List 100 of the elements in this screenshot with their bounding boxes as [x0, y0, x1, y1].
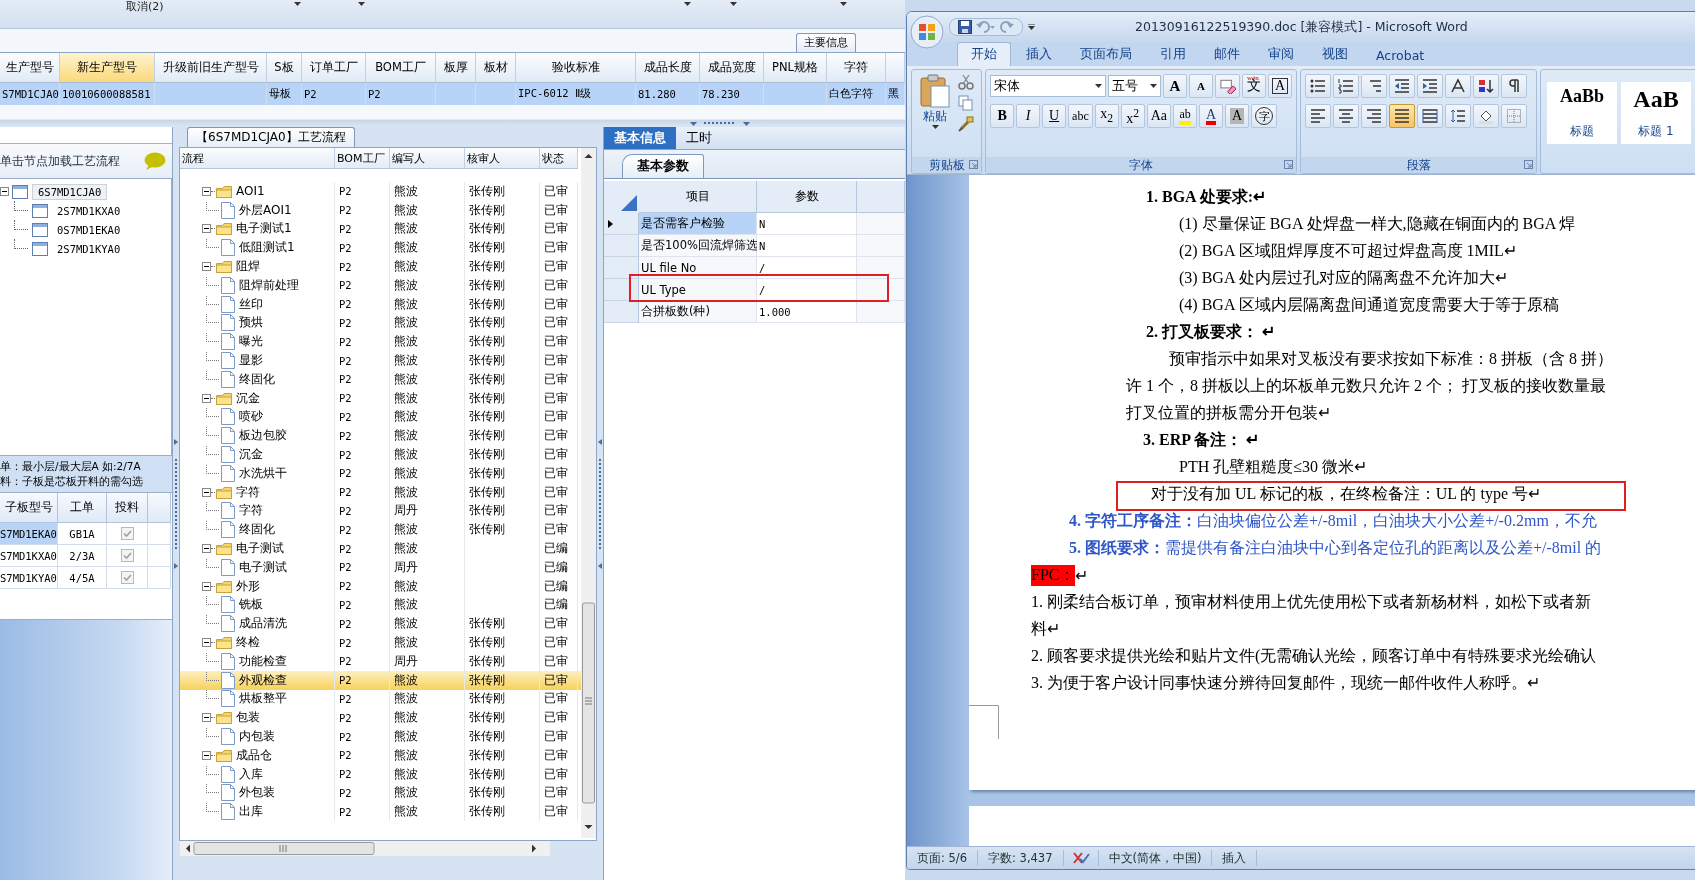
table-cell[interactable] [857, 235, 905, 257]
table-cell[interactable] [857, 279, 905, 301]
status-item[interactable]: 字数: 3,437 [978, 850, 1064, 866]
vertical-scrollbar[interactable] [581, 148, 596, 838]
checkbox[interactable] [120, 527, 134, 540]
status-item[interactable]: 插入 [1212, 850, 1258, 866]
tree-row[interactable]: 字符 P2 熊波 张传刚 已审 [180, 482, 581, 502]
caret-icon[interactable] [1028, 24, 1035, 30]
dialog-launcher-icon[interactable] [1524, 160, 1533, 169]
collapse-icon[interactable] [202, 393, 211, 403]
column-header[interactable]: 生产型号 [0, 53, 60, 83]
table-cell[interactable]: 1.000 [757, 301, 857, 323]
decrease-indent-icon[interactable] [1394, 78, 1411, 94]
table-cell[interactable]: S7MD1EKA0 [0, 523, 58, 545]
table-cell[interactable]: P2 [302, 83, 366, 105]
table-cell[interactable]: N [757, 235, 857, 257]
clear-format-button[interactable] [1215, 74, 1241, 98]
text-direction-icon[interactable] [1450, 78, 1467, 94]
tree-row[interactable]: 铣板 P2 熊波 已编 [180, 595, 581, 615]
font-color-button[interactable]: A [1199, 104, 1224, 128]
column-header[interactable]: BOM工厂 [335, 148, 390, 169]
table-cell[interactable]: 黑 [886, 83, 905, 105]
align-justify-button[interactable] [1389, 104, 1416, 128]
tree-row[interactable]: 成品仓 P2 熊波 张传刚 已审 [180, 745, 581, 765]
row-header-cell[interactable] [604, 213, 639, 235]
tree-row[interactable]: 外层AOI1 P2 熊波 张传刚 已审 [180, 200, 581, 220]
collapse-icon[interactable] [202, 581, 211, 591]
tree-row[interactable]: 曝光 P2 熊波 张传刚 已审 [180, 332, 581, 352]
section-tab[interactable]: 主要信息 [796, 33, 856, 52]
table-cell[interactable]: 是否100%回流焊筛选 [639, 235, 757, 257]
increase-indent-icon[interactable] [1422, 78, 1439, 94]
table-cell[interactable]: S7MD1KXA0 [0, 545, 58, 567]
table-cell[interactable] [148, 567, 171, 589]
column-header[interactable]: 订单工厂 [302, 53, 366, 83]
line-spacing-icon[interactable] [1450, 108, 1467, 124]
table-cell[interactable]: / [757, 279, 857, 301]
character-shading-button[interactable]: A [1225, 104, 1250, 128]
underline-button[interactable]: U [1042, 104, 1067, 128]
tree-row[interactable]: 沉金 P2 熊波 张传刚 已审 [180, 388, 581, 408]
collapse-icon[interactable] [202, 224, 211, 234]
checkbox[interactable] [120, 571, 134, 584]
caret-icon[interactable] [683, 2, 691, 6]
tree-row[interactable]: 终检 P2 熊波 张传刚 已审 [180, 633, 581, 652]
tree-row[interactable]: 成品清洗 P2 熊波 张传刚 已审 [180, 614, 581, 634]
column-header[interactable]: 板材 [476, 53, 516, 83]
align-right-button[interactable] [1361, 104, 1388, 128]
tree-row[interactable]: 包装 P2 熊波 张传刚 已审 [180, 708, 581, 728]
tree-row[interactable]: 内包装 P2 熊波 张传刚 已审 [180, 727, 581, 746]
column-header[interactable]: S板 [267, 53, 302, 83]
tree-row[interactable]: 外包装 P2 熊波 张传刚 已审 [180, 783, 581, 803]
ribbon-tab[interactable]: 插入 [1013, 43, 1065, 66]
caret-icon[interactable] [357, 2, 365, 6]
ribbon-tab[interactable]: 视图 [1309, 43, 1361, 66]
character-border-button[interactable]: A [1268, 74, 1293, 98]
row-header-cell[interactable] [604, 301, 639, 323]
tab[interactable]: 基本参数 [622, 154, 704, 178]
tree-row[interactable]: 丝印 P2 熊波 张传刚 已审 [180, 294, 581, 314]
script-button[interactable]: x$^{2}$ [1120, 104, 1145, 128]
table-cell[interactable]: 10010600088581 [60, 83, 155, 105]
table-cell[interactable]: 合拼板数(种) [639, 301, 757, 323]
highlight-button[interactable]: ab [1173, 104, 1198, 128]
font-field[interactable]: 宋体 [990, 75, 1107, 97]
table-cell[interactable] [148, 523, 171, 545]
table-cell[interactable]: P2 [366, 83, 436, 105]
collapse-icon[interactable] [202, 262, 211, 272]
table-cell[interactable]: S7MD1CJA0 [0, 83, 60, 105]
column-header[interactable]: 项目 [639, 181, 757, 213]
tree-row[interactable]: 电子测试 P2 熊波 已编 [180, 539, 581, 558]
ribbon-tab[interactable]: 引用 [1147, 43, 1199, 66]
column-header[interactable]: 核审人 [465, 148, 540, 169]
table-cell[interactable] [857, 257, 905, 279]
column-header[interactable]: 参数 [757, 181, 857, 213]
style-tile[interactable]: AaB 标题 1 [1621, 82, 1691, 144]
bullets-icon[interactable] [1310, 78, 1327, 94]
table-cell[interactable] [857, 213, 905, 235]
ribbon-tab[interactable]: 页面布局 [1067, 43, 1145, 66]
table-cell[interactable] [764, 83, 827, 105]
column-header[interactable]: 字符 [827, 53, 886, 83]
tree-row[interactable]: 沉金 P2 熊波 张传刚 已审 [180, 445, 581, 464]
office-button[interactable] [910, 15, 944, 49]
tree-row[interactable]: AOI1 P2 熊波 张传刚 已审 [180, 182, 581, 201]
column-header[interactable]: 新生产型号 [60, 53, 155, 83]
tree-row[interactable]: 外形 P2 熊波 已编 [180, 576, 581, 596]
tree-row[interactable]: 显影 P2 熊波 张传刚 已审 [180, 351, 581, 370]
column-header[interactable]: 流程 [180, 148, 335, 169]
tree-item[interactable]: 6S7MD1CJA0 [32, 183, 108, 200]
collapse-icon[interactable] [202, 750, 211, 760]
ribbon-tab[interactable]: 邮件 [1201, 43, 1253, 66]
bold-button[interactable]: B [990, 104, 1015, 128]
tree-item[interactable]: 2S7MD1KYA0 [52, 241, 126, 256]
tree-row[interactable]: 电子测试 P2 周丹 已编 [180, 557, 581, 577]
script-button[interactable]: x$_{2}$ [1094, 104, 1119, 128]
caret-icon[interactable] [729, 2, 737, 6]
collapse-icon[interactable] [202, 713, 211, 723]
tree-row[interactable]: 终固化 P2 熊波 张传刚 已审 [180, 369, 581, 389]
tree-row[interactable]: 终固化 P2 熊波 张传刚 已审 [180, 520, 581, 540]
collapse-icon[interactable] [202, 544, 211, 554]
shading-icon[interactable] [1478, 108, 1495, 124]
table-cell[interactable]: 白色字符 [827, 83, 886, 105]
brush-icon[interactable] [958, 116, 974, 132]
